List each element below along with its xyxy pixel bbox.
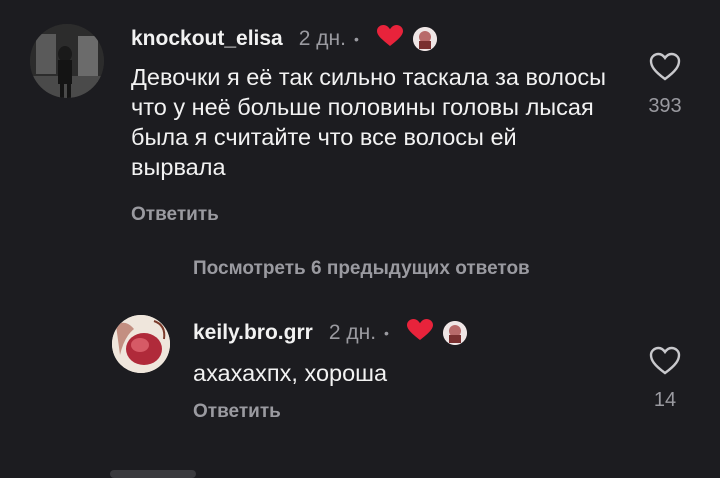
separator-dot: • <box>353 31 359 47</box>
username[interactable]: keily.bro.grr <box>193 321 313 345</box>
like-outline-icon[interactable] <box>649 346 681 381</box>
avatar-image <box>112 315 170 373</box>
view-previous-replies-button[interactable]: Посмотреть 6 предыдущих ответов <box>193 258 530 280</box>
comment-meta: keily.bro.grr 2 дн. • <box>193 319 467 347</box>
like-control[interactable]: 393 <box>635 52 695 118</box>
heart-icon <box>406 319 433 347</box>
comment-text: Девочки я её так сильно таскала за волос… <box>131 64 606 181</box>
username[interactable]: knockout_elisa <box>131 27 283 51</box>
creator-avatar-badge <box>442 321 467 345</box>
heart-icon <box>376 25 403 53</box>
like-outline-icon[interactable] <box>649 52 681 87</box>
like-control[interactable]: 14 <box>635 346 695 412</box>
avatar[interactable] <box>112 315 170 373</box>
avatar[interactable] <box>30 24 104 98</box>
timestamp: 2 дн. <box>328 321 377 344</box>
separator-dot: • <box>384 325 389 341</box>
avatar-image <box>30 24 104 98</box>
like-count: 393 <box>648 95 682 117</box>
comment-meta: knockout_elisa 2 дн. • <box>131 25 437 53</box>
timestamp: 2 дн. <box>298 27 346 50</box>
comment-text: ахахахпх, хороша <box>193 360 388 386</box>
reply-button[interactable]: Ответить <box>131 204 219 226</box>
next-comment-avatar-edge <box>110 470 196 478</box>
creator-avatar-badge <box>412 27 437 51</box>
reply-button[interactable]: Ответить <box>193 401 281 423</box>
like-count: 14 <box>653 389 677 411</box>
